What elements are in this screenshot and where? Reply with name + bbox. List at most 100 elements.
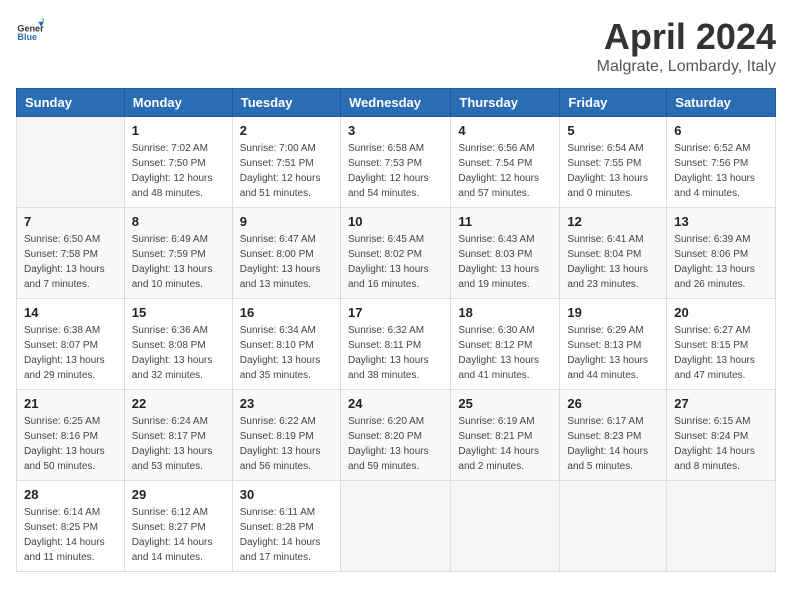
day-info: Sunrise: 6:24 AM Sunset: 8:17 PM Dayligh… bbox=[132, 414, 225, 474]
day-number: 4 bbox=[458, 123, 552, 138]
day-info: Sunrise: 7:02 AM Sunset: 7:50 PM Dayligh… bbox=[132, 141, 225, 201]
weekday-friday: Friday bbox=[560, 89, 667, 117]
day-info: Sunrise: 7:00 AM Sunset: 7:51 PM Dayligh… bbox=[240, 141, 333, 201]
calendar-cell: 22 Sunrise: 6:24 AM Sunset: 8:17 PM Dayli… bbox=[124, 390, 232, 481]
calendar-cell bbox=[17, 117, 125, 208]
day-info: Sunrise: 6:19 AM Sunset: 8:21 PM Dayligh… bbox=[458, 414, 552, 474]
day-number: 16 bbox=[240, 305, 333, 320]
calendar-cell: 7 Sunrise: 6:50 AM Sunset: 7:58 PM Daylig… bbox=[17, 208, 125, 299]
day-number: 7 bbox=[24, 214, 117, 229]
calendar-cell: 2 Sunrise: 7:00 AM Sunset: 7:51 PM Daylig… bbox=[232, 117, 340, 208]
day-number: 19 bbox=[567, 305, 659, 320]
calendar-cell: 14 Sunrise: 6:38 AM Sunset: 8:07 PM Dayli… bbox=[17, 299, 125, 390]
calendar-cell: 10Sunrise: 6:45 AM Sunset: 8:02 PM Dayli… bbox=[340, 208, 450, 299]
day-number: 2 bbox=[240, 123, 333, 138]
day-info: Sunrise: 6:12 AM Sunset: 8:27 PM Dayligh… bbox=[132, 505, 225, 565]
svg-text:Blue: Blue bbox=[17, 32, 37, 42]
day-number: 8 bbox=[132, 214, 225, 229]
calendar-cell: 5Sunrise: 6:54 AM Sunset: 7:55 PM Daylig… bbox=[560, 117, 667, 208]
day-info: Sunrise: 6:29 AM Sunset: 8:13 PM Dayligh… bbox=[567, 323, 659, 383]
day-number: 17 bbox=[348, 305, 443, 320]
week-row-4: 21Sunrise: 6:25 AM Sunset: 8:16 PM Dayli… bbox=[17, 390, 776, 481]
day-number: 26 bbox=[567, 396, 659, 411]
calendar-cell: 12 Sunrise: 6:41 AM Sunset: 8:04 PM Dayli… bbox=[560, 208, 667, 299]
weekday-header-row: SundayMondayTuesdayWednesdayThursdayFrid… bbox=[17, 89, 776, 117]
day-number: 22 bbox=[132, 396, 225, 411]
calendar-cell: 23 Sunrise: 6:22 AM Sunset: 8:19 PM Dayli… bbox=[232, 390, 340, 481]
calendar-cell: 1 Sunrise: 7:02 AM Sunset: 7:50 PM Daylig… bbox=[124, 117, 232, 208]
day-number: 21 bbox=[24, 396, 117, 411]
day-number: 27 bbox=[674, 396, 768, 411]
calendar-cell: 11 Sunrise: 6:43 AM Sunset: 8:03 PM Dayli… bbox=[451, 208, 560, 299]
day-info: Sunrise: 6:22 AM Sunset: 8:19 PM Dayligh… bbox=[240, 414, 333, 474]
day-info: Sunrise: 6:36 AM Sunset: 8:08 PM Dayligh… bbox=[132, 323, 225, 383]
day-number: 3 bbox=[348, 123, 443, 138]
day-info: Sunrise: 6:54 AM Sunset: 7:55 PM Dayligh… bbox=[567, 141, 659, 201]
day-info: Sunrise: 6:41 AM Sunset: 8:04 PM Dayligh… bbox=[567, 232, 659, 292]
calendar-cell bbox=[451, 481, 560, 572]
weekday-sunday: Sunday bbox=[17, 89, 125, 117]
day-number: 23 bbox=[240, 396, 333, 411]
day-info: Sunrise: 6:50 AM Sunset: 7:58 PM Dayligh… bbox=[24, 232, 117, 292]
day-info: Sunrise: 6:38 AM Sunset: 8:07 PM Dayligh… bbox=[24, 323, 117, 383]
day-info: Sunrise: 6:52 AM Sunset: 7:56 PM Dayligh… bbox=[674, 141, 768, 201]
calendar-cell: 8 Sunrise: 6:49 AM Sunset: 7:59 PM Daylig… bbox=[124, 208, 232, 299]
calendar-cell: 6 Sunrise: 6:52 AM Sunset: 7:56 PM Daylig… bbox=[667, 117, 776, 208]
day-info: Sunrise: 6:14 AM Sunset: 8:25 PM Dayligh… bbox=[24, 505, 117, 565]
day-number: 25 bbox=[458, 396, 552, 411]
calendar-cell: 25 Sunrise: 6:19 AM Sunset: 8:21 PM Dayli… bbox=[451, 390, 560, 481]
calendar-cell: 27 Sunrise: 6:15 AM Sunset: 8:24 PM Dayli… bbox=[667, 390, 776, 481]
calendar-cell: 21Sunrise: 6:25 AM Sunset: 8:16 PM Dayli… bbox=[17, 390, 125, 481]
day-info: Sunrise: 6:43 AM Sunset: 8:03 PM Dayligh… bbox=[458, 232, 552, 292]
calendar-cell: 24Sunrise: 6:20 AM Sunset: 8:20 PM Dayli… bbox=[340, 390, 450, 481]
calendar-cell: 17 Sunrise: 6:32 AM Sunset: 8:11 PM Dayli… bbox=[340, 299, 450, 390]
day-info: Sunrise: 6:27 AM Sunset: 8:15 PM Dayligh… bbox=[674, 323, 768, 383]
day-number: 29 bbox=[132, 487, 225, 502]
day-number: 12 bbox=[567, 214, 659, 229]
day-number: 15 bbox=[132, 305, 225, 320]
calendar-cell: 3 Sunrise: 6:58 AM Sunset: 7:53 PM Daylig… bbox=[340, 117, 450, 208]
calendar-cell: 4 Sunrise: 6:56 AM Sunset: 7:54 PM Daylig… bbox=[451, 117, 560, 208]
day-number: 1 bbox=[132, 123, 225, 138]
calendar-cell: 26 Sunrise: 6:17 AM Sunset: 8:23 PM Dayli… bbox=[560, 390, 667, 481]
calendar-location: Malgrate, Lombardy, Italy bbox=[597, 58, 776, 76]
day-number: 11 bbox=[458, 214, 552, 229]
day-number: 9 bbox=[240, 214, 333, 229]
day-info: Sunrise: 6:34 AM Sunset: 8:10 PM Dayligh… bbox=[240, 323, 333, 383]
calendar-cell: 16 Sunrise: 6:34 AM Sunset: 8:10 PM Dayli… bbox=[232, 299, 340, 390]
calendar-cell: 28 Sunrise: 6:14 AM Sunset: 8:25 PM Dayli… bbox=[17, 481, 125, 572]
day-info: Sunrise: 6:39 AM Sunset: 8:06 PM Dayligh… bbox=[674, 232, 768, 292]
day-info: Sunrise: 6:47 AM Sunset: 8:00 PM Dayligh… bbox=[240, 232, 333, 292]
page-header: General Blue April 2024 Malgrate, Lombar… bbox=[16, 16, 776, 76]
day-info: Sunrise: 6:11 AM Sunset: 8:28 PM Dayligh… bbox=[240, 505, 333, 565]
day-number: 6 bbox=[674, 123, 768, 138]
calendar-cell: 15 Sunrise: 6:36 AM Sunset: 8:08 PM Dayli… bbox=[124, 299, 232, 390]
calendar-title: April 2024 bbox=[597, 16, 776, 58]
day-info: Sunrise: 6:49 AM Sunset: 7:59 PM Dayligh… bbox=[132, 232, 225, 292]
logo-icon: General Blue bbox=[16, 16, 44, 44]
calendar-cell bbox=[340, 481, 450, 572]
day-info: Sunrise: 6:56 AM Sunset: 7:54 PM Dayligh… bbox=[458, 141, 552, 201]
weekday-wednesday: Wednesday bbox=[340, 89, 450, 117]
week-row-1: 1 Sunrise: 7:02 AM Sunset: 7:50 PM Daylig… bbox=[17, 117, 776, 208]
weekday-monday: Monday bbox=[124, 89, 232, 117]
day-info: Sunrise: 6:17 AM Sunset: 8:23 PM Dayligh… bbox=[567, 414, 659, 474]
day-info: Sunrise: 6:32 AM Sunset: 8:11 PM Dayligh… bbox=[348, 323, 443, 383]
weekday-thursday: Thursday bbox=[451, 89, 560, 117]
day-number: 13 bbox=[674, 214, 768, 229]
calendar-cell: 20Sunrise: 6:27 AM Sunset: 8:15 PM Dayli… bbox=[667, 299, 776, 390]
weekday-saturday: Saturday bbox=[667, 89, 776, 117]
calendar-cell bbox=[560, 481, 667, 572]
calendar-cell: 30Sunrise: 6:11 AM Sunset: 8:28 PM Dayli… bbox=[232, 481, 340, 572]
day-number: 28 bbox=[24, 487, 117, 502]
logo: General Blue bbox=[16, 16, 44, 44]
calendar-cell: 13 Sunrise: 6:39 AM Sunset: 8:06 PM Dayli… bbox=[667, 208, 776, 299]
week-row-5: 28 Sunrise: 6:14 AM Sunset: 8:25 PM Dayli… bbox=[17, 481, 776, 572]
calendar-cell: 18Sunrise: 6:30 AM Sunset: 8:12 PM Dayli… bbox=[451, 299, 560, 390]
day-info: Sunrise: 6:15 AM Sunset: 8:24 PM Dayligh… bbox=[674, 414, 768, 474]
calendar-cell bbox=[667, 481, 776, 572]
day-number: 18 bbox=[458, 305, 552, 320]
day-number: 14 bbox=[24, 305, 117, 320]
day-info: Sunrise: 6:58 AM Sunset: 7:53 PM Dayligh… bbox=[348, 141, 443, 201]
title-block: April 2024 Malgrate, Lombardy, Italy bbox=[597, 16, 776, 76]
